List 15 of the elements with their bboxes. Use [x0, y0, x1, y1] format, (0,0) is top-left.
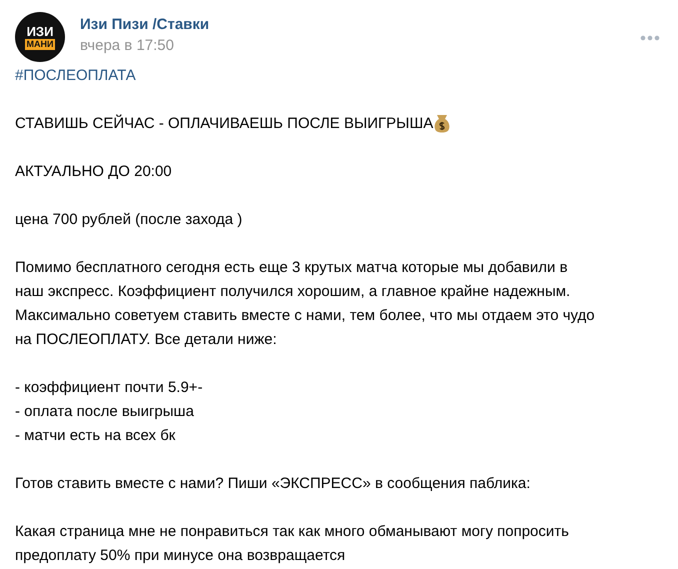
post-paragraph: Готов ставить вместе с нами? Пиши «ЭКСПРЕСС» в сообщения паблика: — [15, 474, 530, 494]
post-paragraph: Помимо бесплатного сегодня есть еще 3 крутых матча которые мы добавили в наш экспресс. Коэффициент получился хорошим, а главное крайне надежным. Максимально советуем ставить вместе с нами, тем более, что мы отдаем это чудо на ПОСЛЕОПЛАТУ. Все детали ниже: — [15, 258, 595, 350]
author-link[interactable]: Изи Пизи /Ставки — [80, 15, 210, 35]
logo-label: МАНИ — [24, 38, 56, 50]
post-paragraph: Какая страница мне не понравиться так как много обманывают могу попросить предоплату 50% при минусе она возвращается — [15, 522, 569, 566]
post-paragraph: цена 700 рублей (после захода ) — [15, 210, 242, 230]
money-bag-icon — [433, 114, 452, 133]
post-time: вчера в 17:50 — [80, 36, 175, 56]
avatar[interactable]: ИЗИ МАНИ — [15, 12, 65, 62]
more-icon[interactable] — [640, 35, 660, 41]
logo-text: ИЗИ — [26, 24, 54, 38]
post-paragraph: АКТУАЛЬНО ДО 20:00 — [15, 162, 172, 182]
post-paragraph: СТАВИШЬ СЕЙЧАС - ОПЛАЧИВАЕШЬ ПОСЛЕ ВЫИГРЫША — [15, 114, 434, 134]
hashtag-link[interactable]: #ПОСЛЕОПЛАТА — [15, 67, 136, 84]
post-paragraph: - коэффициент почти 5.9+- - оплата после выигрыша - матчи есть на всех бк — [15, 378, 203, 446]
